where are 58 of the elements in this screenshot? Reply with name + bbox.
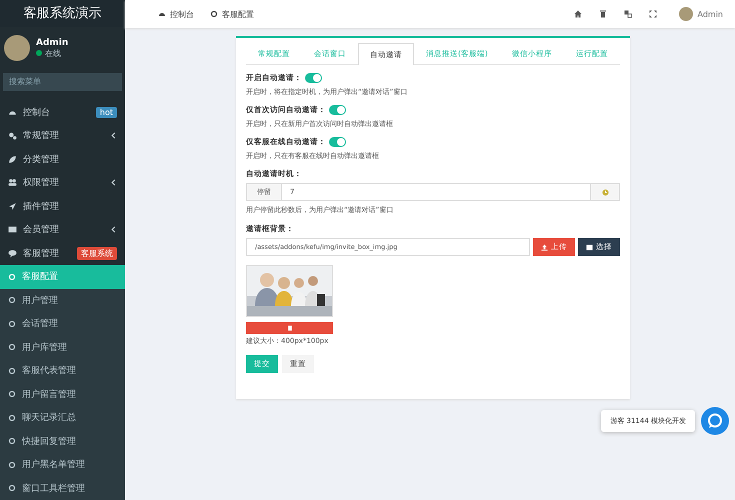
circle-icon <box>8 296 16 304</box>
clock-icon <box>602 188 608 196</box>
trash-icon <box>286 325 292 331</box>
list-icon <box>586 244 593 250</box>
submenu-item[interactable]: 客服代表管理 <box>0 359 125 383</box>
menu-badge: hot <box>96 106 117 118</box>
circle-icon <box>8 390 16 398</box>
submenu-item[interactable]: 用户留言管理 <box>0 382 125 406</box>
user-avatar <box>4 35 30 62</box>
menu-item[interactable]: 客服管理 客服系统 <box>0 242 125 266</box>
dashboard-icon <box>158 10 166 18</box>
circle-icon <box>8 414 16 422</box>
circle-icon <box>8 437 16 446</box>
circle-icon <box>8 460 16 469</box>
submenu-item[interactable]: 用户管理 <box>0 288 125 312</box>
circle-icon <box>8 484 16 492</box>
chevron-left-icon <box>110 226 117 234</box>
home-icon[interactable] <box>574 10 582 18</box>
toggle-switch[interactable] <box>305 73 322 83</box>
user-name: Admin <box>36 38 68 48</box>
rocket-icon <box>8 202 17 211</box>
trash-icon[interactable] <box>598 10 606 18</box>
menu-item[interactable]: 权限管理 <box>0 171 125 195</box>
menu-item[interactable]: 会员管理 <box>0 218 125 242</box>
user-menu[interactable]: Admin <box>698 10 723 18</box>
chat-bubble-icon <box>707 413 723 429</box>
breadcrumb-tab[interactable]: 客服配置 <box>210 8 254 20</box>
menu-badge: 客服系统 <box>77 246 117 260</box>
circle-icon <box>8 343 16 352</box>
chevron-left-icon <box>110 132 117 140</box>
user-avatar <box>678 7 692 21</box>
circle-icon <box>8 272 16 281</box>
submenu-item[interactable]: 用户黑名单管理 <box>0 453 125 477</box>
circle-icon <box>210 10 218 18</box>
submenu-item[interactable]: 会话管理 <box>0 312 125 336</box>
chat-icon <box>8 248 17 258</box>
toggle-switch[interactable] <box>329 137 346 147</box>
menu-item[interactable]: 插件管理 <box>0 194 125 218</box>
user-status: 在线 <box>45 48 61 59</box>
submenu-item[interactable]: 用户库管理 <box>0 336 125 360</box>
upload-icon <box>541 244 548 250</box>
circle-icon <box>8 320 16 328</box>
list-icon <box>8 225 17 234</box>
leaf-icon <box>8 154 17 164</box>
breadcrumb-tab[interactable]: 控制台 <box>158 8 194 20</box>
search-field[interactable]: 搜索菜单 <box>3 73 122 91</box>
chevron-left-icon <box>110 179 117 186</box>
menu-item[interactable]: 控制台 hot <box>0 100 125 124</box>
users-icon <box>8 178 17 188</box>
submenu-item[interactable]: 快捷回复管理 <box>0 430 125 454</box>
menu-item[interactable]: 常规管理 <box>0 124 125 148</box>
chat-button[interactable] <box>701 407 729 435</box>
submenu-item[interactable]: 聊天记录汇总 <box>0 406 125 430</box>
circle-icon <box>8 366 16 375</box>
menu-item[interactable]: 分类管理 <box>0 148 125 172</box>
toggle-switch[interactable] <box>329 105 346 115</box>
fullscreen-icon[interactable] <box>648 10 656 18</box>
submenu-item[interactable]: 窗口工具栏管理 <box>0 476 125 500</box>
